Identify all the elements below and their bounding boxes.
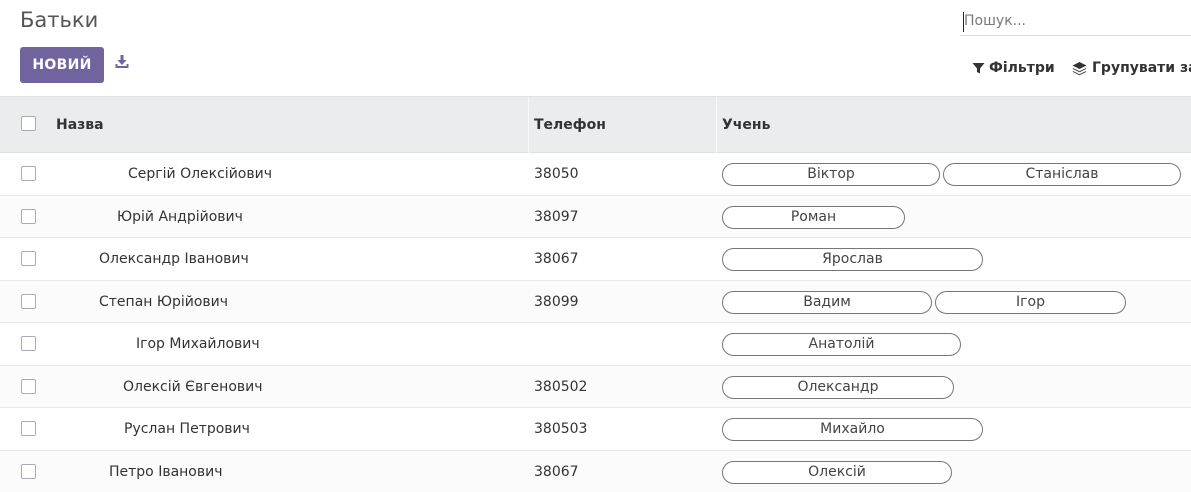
cell-name: Олександр Іванович	[99, 251, 249, 267]
cell-name: Степан Юрійович	[99, 293, 229, 310]
student-tag[interactable]: Вадим	[722, 290, 932, 314]
column-divider	[528, 97, 529, 153]
group-by-label: Групувати за	[1092, 60, 1191, 76]
filter-icon	[972, 62, 985, 73]
student-tag[interactable]: Олександр	[722, 375, 954, 399]
layers-icon	[1072, 61, 1087, 75]
row-checkbox[interactable]	[21, 421, 36, 436]
table-row[interactable]: Юрій Андрійович 38097 Роман	[0, 195, 1191, 238]
filters-label: Фільтри	[989, 60, 1055, 76]
select-all-checkbox[interactable]	[21, 116, 36, 131]
column-header-student[interactable]: Учень	[722, 97, 770, 153]
cell-name: Петро Іванович	[109, 463, 223, 480]
cell-name: Ігор Михайлович	[136, 336, 260, 352]
student-tag[interactable]: Михайло	[722, 418, 983, 441]
search-box[interactable]	[960, 6, 1191, 36]
student-tag[interactable]: Олексій	[722, 460, 952, 484]
cell-phone: 38067	[534, 463, 579, 480]
row-checkbox[interactable]	[21, 208, 36, 224]
cell-phone: 38050	[534, 166, 579, 182]
student-tag[interactable]: Ігор	[935, 290, 1126, 314]
search-input[interactable]	[964, 11, 1184, 31]
cell-phone: 380503	[534, 421, 588, 437]
cell-phone: 380502	[534, 378, 588, 395]
table-row[interactable]: Олексій Євгенович 380502 Олександр	[0, 365, 1191, 408]
cell-phone: 38067	[534, 251, 579, 267]
table-row[interactable]: Руслан Петрович 380503 Михайло	[0, 408, 1191, 451]
student-tag[interactable]: Станіслав	[943, 163, 1181, 186]
table-row[interactable]: Сергій Олексійович 38050 Віктор Станіслав	[0, 153, 1191, 196]
column-header-name[interactable]: Назва	[56, 97, 104, 153]
row-checkbox[interactable]	[21, 463, 36, 479]
row-checkbox[interactable]	[21, 166, 36, 181]
row-checkbox[interactable]	[21, 293, 36, 309]
student-tag[interactable]: Віктор	[722, 163, 940, 186]
table-row[interactable]: Петро Іванович 38067 Олексій	[0, 450, 1191, 492]
new-button[interactable]: НОВИЙ	[20, 47, 104, 83]
cell-name: Сергій Олексійович	[128, 166, 272, 182]
page-title: Батьки	[20, 8, 99, 32]
table-header: Назва Телефон Учень	[0, 96, 1191, 153]
column-header-phone[interactable]: Телефон	[534, 97, 606, 153]
cell-phone: 38097	[534, 208, 579, 225]
table-row[interactable]: Степан Юрійович 38099 Вадим Ігор	[0, 280, 1191, 323]
table-row[interactable]: Ігор Михайлович Анатолій	[0, 323, 1191, 366]
filters-button[interactable]: Фільтри	[972, 59, 1055, 77]
student-tag[interactable]: Ярослав	[722, 248, 983, 271]
cell-name: Олексій Євгенович	[123, 378, 263, 395]
download-button[interactable]	[114, 54, 132, 72]
download-icon	[115, 55, 129, 68]
student-tag[interactable]: Анатолій	[722, 333, 961, 356]
table-row[interactable]: Олександр Іванович 38067 Ярослав	[0, 238, 1191, 281]
cell-name: Руслан Петрович	[124, 421, 250, 437]
column-divider	[716, 97, 717, 153]
row-checkbox[interactable]	[21, 336, 36, 351]
table-body: Сергій Олексійович 38050 Віктор Станіслав Юр…	[0, 153, 1191, 492]
student-tag[interactable]: Роман	[722, 205, 905, 229]
row-checkbox[interactable]	[21, 251, 36, 266]
parents-table: Назва Телефон Учень Сергій Олексійович 38…	[0, 96, 1191, 492]
row-checkbox[interactable]	[21, 378, 36, 394]
cell-phone: 38099	[534, 293, 579, 310]
cell-name: Юрій Андрійович	[117, 208, 243, 225]
group-by-button[interactable]: Групувати за	[1072, 59, 1191, 77]
